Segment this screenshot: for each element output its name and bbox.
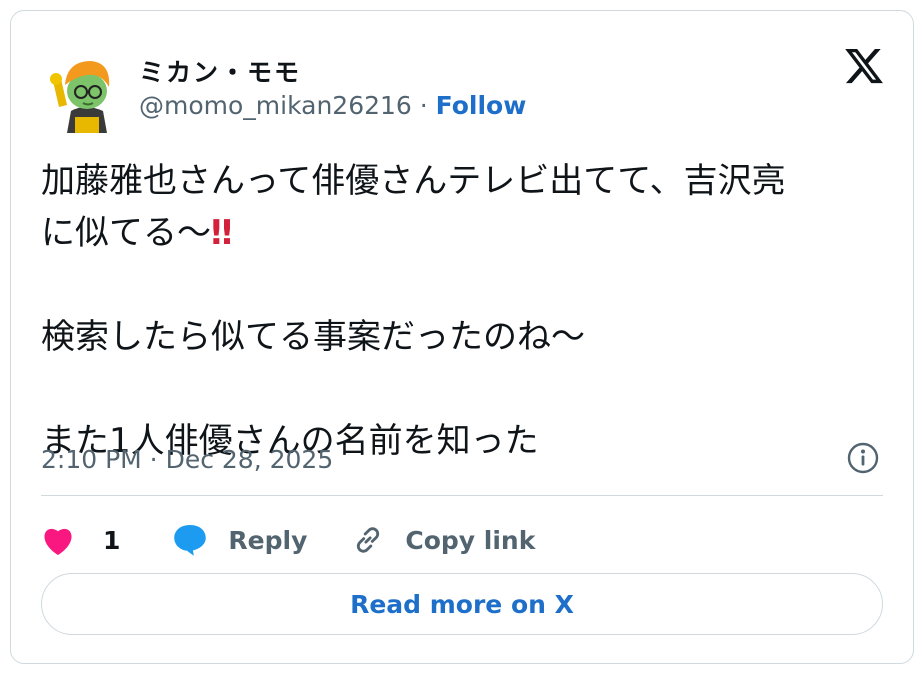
read-more-label: Read more on X (350, 589, 574, 619)
tweet-timestamp[interactable]: 2:10 PM · Dec 28, 2025 (41, 445, 333, 474)
copy-link-label: Copy link (405, 525, 536, 555)
tweet-line-1: 加藤雅也さんって俳優さんテレビ出てて、吉沢亮 (41, 161, 786, 201)
author-handle-row: @momo_mikan26216 · Follow (139, 91, 526, 120)
author-handle[interactable]: @momo_mikan26216 (139, 91, 412, 120)
info-icon[interactable] (846, 441, 880, 475)
action-bar: 1 Reply Copy link (41, 519, 535, 561)
x-logo-icon[interactable] (843, 45, 885, 87)
double-exclamation-emoji: ‼ (211, 213, 233, 253)
avatar[interactable] (41, 47, 129, 135)
reply-button[interactable]: Reply (172, 523, 307, 557)
tweet-text: 加藤雅也さんって俳優さんテレビ出てて、吉沢亮 に似てる〜‼ 検索したら似てる事案… (41, 155, 891, 467)
tweet-line-2: に似てる〜 (41, 213, 211, 253)
reply-label: Reply (228, 525, 308, 555)
tweet-line-3: 検索したら似てる事案だったのね〜 (41, 317, 585, 357)
read-more-button[interactable]: Read more on X (41, 573, 883, 635)
link-icon (351, 523, 385, 557)
separator-dot: · (411, 91, 436, 120)
heart-icon (41, 524, 75, 556)
follow-link[interactable]: Follow (436, 91, 527, 120)
copy-link-button[interactable]: Copy link (351, 523, 535, 557)
author-display-name[interactable]: ミカン・モモ (139, 53, 301, 89)
divider (41, 495, 883, 496)
speech-bubble-icon (172, 523, 208, 557)
like-button[interactable]: 1 (41, 524, 120, 556)
tweet-embed-card: ミカン・モモ @momo_mikan26216 · Follow 加藤雅也さんっ… (10, 10, 914, 664)
like-count: 1 (103, 525, 121, 555)
